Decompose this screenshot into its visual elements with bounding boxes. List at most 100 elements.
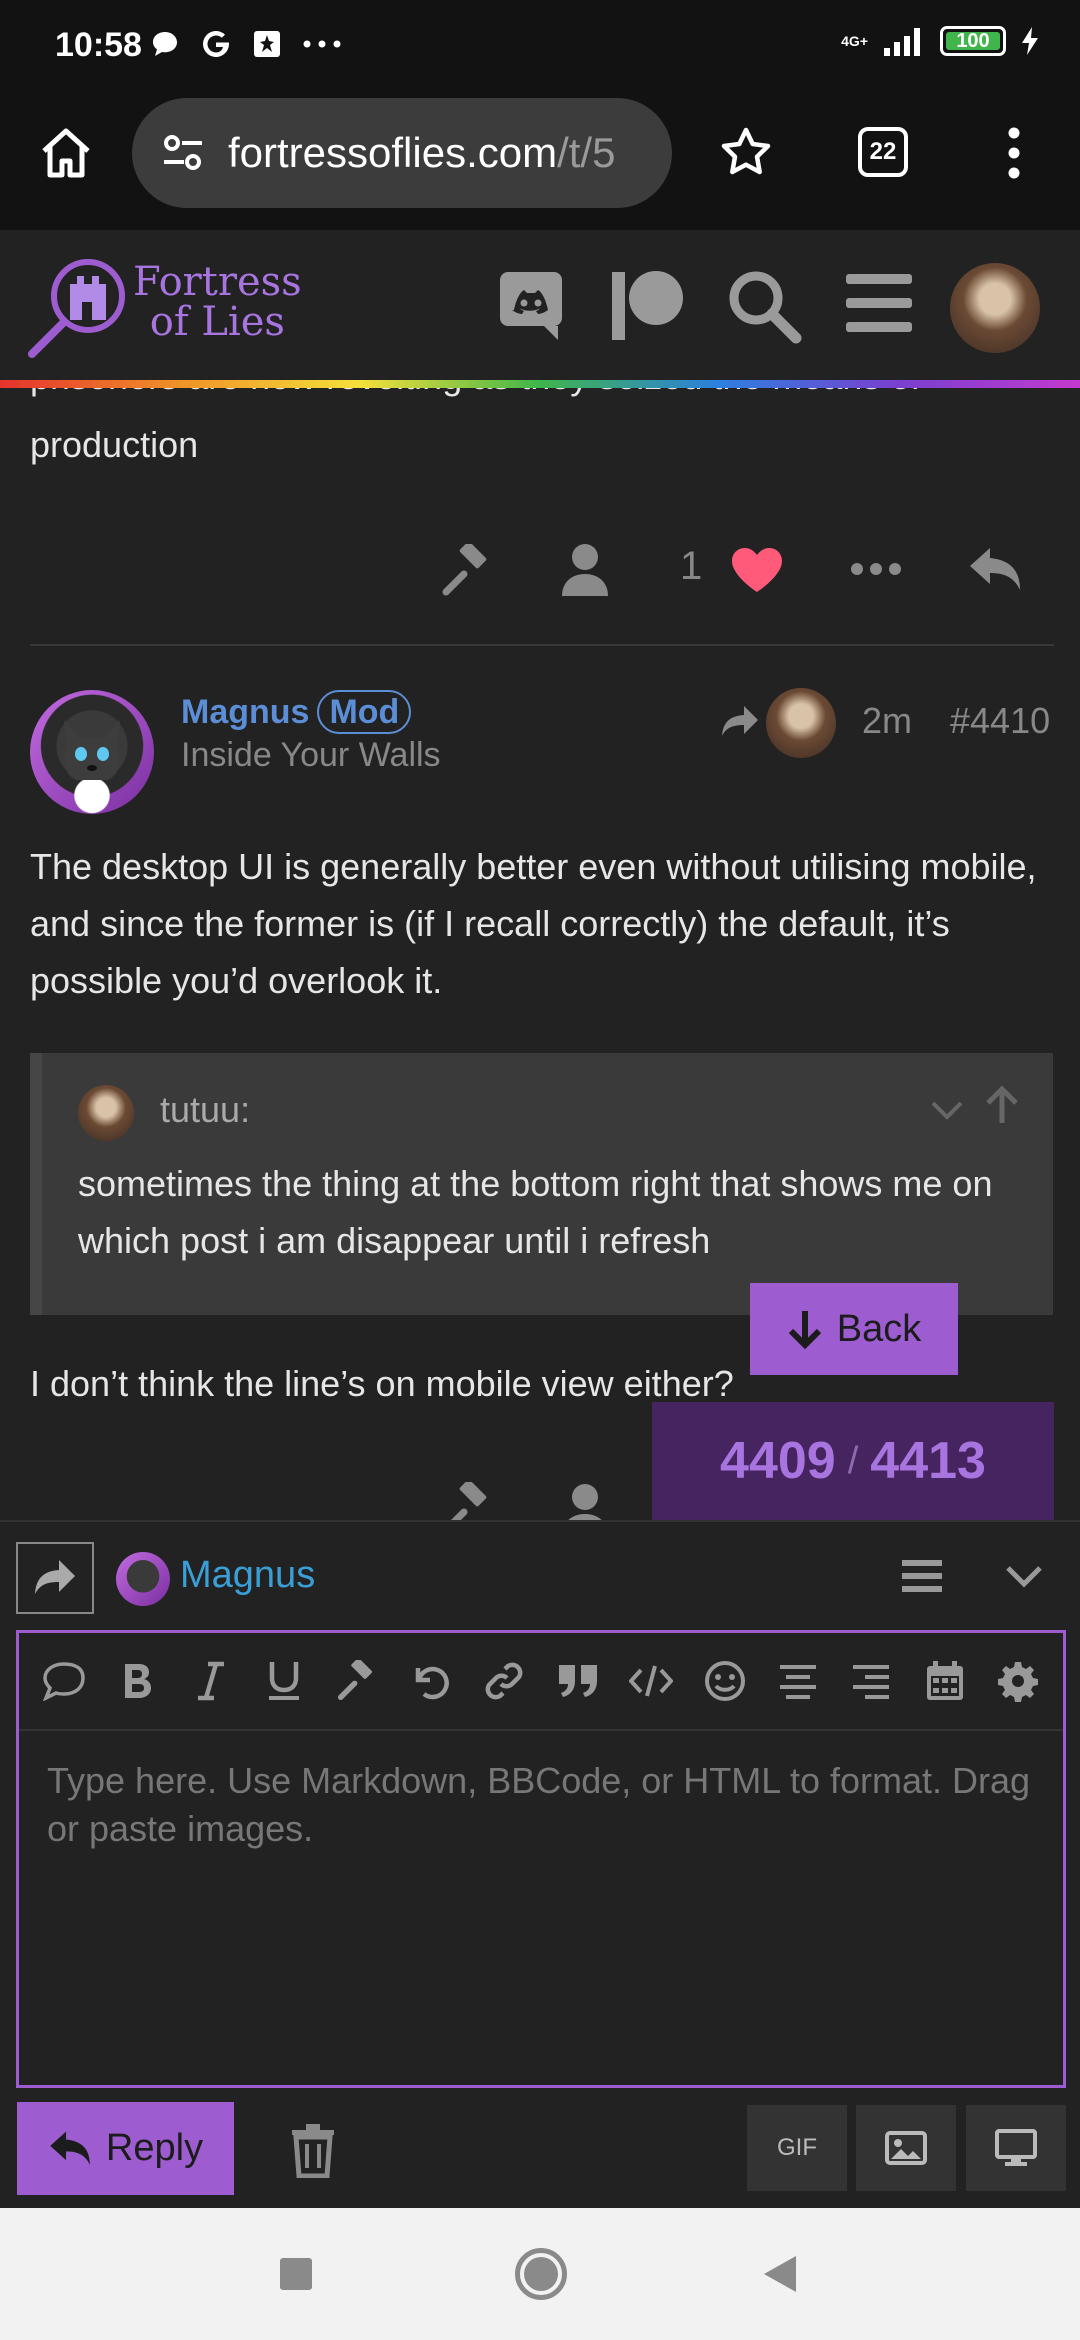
smiley-icon [704, 1661, 745, 1701]
chevron-down-icon[interactable] [927, 1091, 967, 1131]
wolf-face-icon [64, 720, 120, 780]
charging-icon [1022, 27, 1038, 55]
tab-switcher-button[interactable]: 22 [858, 127, 908, 177]
align-center-icon [779, 1665, 816, 1699]
post-body: The desktop UI is generally better even … [30, 846, 1037, 1001]
moderation-button[interactable] [333, 1657, 381, 1705]
fortress-logo-icon[interactable] [26, 250, 136, 360]
logo-line-1: Fortress [133, 259, 302, 305]
settings-button[interactable] [994, 1657, 1042, 1705]
battery-level: 100 [956, 29, 990, 52]
reply-button[interactable]: Reply [17, 2102, 234, 2195]
reply-to-username[interactable]: Magnus [180, 1554, 315, 1597]
undo-button[interactable] [407, 1657, 455, 1705]
toggle-preview-button[interactable] [966, 2105, 1066, 2191]
hamburger-menu-icon[interactable] [846, 272, 912, 334]
reply-action-button[interactable] [16, 1542, 94, 1614]
signal-icon [884, 28, 920, 56]
reply-icon[interactable] [968, 546, 1022, 594]
mod-badge: Mod [317, 690, 412, 734]
system-icons: 4G+ 100 [841, 26, 1040, 56]
previous-post-text: production [30, 424, 199, 465]
gif-button[interactable]: GIF [747, 2105, 847, 2191]
align-center-button[interactable] [774, 1657, 822, 1705]
speech-bubble-icon [42, 1662, 85, 1701]
bold-icon [125, 1664, 152, 1698]
like-count: 1 [680, 544, 703, 588]
back-nav-icon[interactable] [762, 2254, 798, 2294]
link-button[interactable] [480, 1657, 528, 1705]
back-button[interactable]: Back [750, 1283, 958, 1375]
site-settings-icon[interactable] [160, 130, 206, 176]
more-actions-icon[interactable] [850, 562, 902, 576]
site-logo-text[interactable]: Fortress of Lies [133, 262, 302, 342]
post-divider [30, 644, 1054, 646]
post-number[interactable]: #4410 [950, 700, 1050, 742]
more-notifications-icon [303, 40, 341, 48]
trash-icon[interactable] [288, 2122, 338, 2178]
reply-textarea[interactable] [19, 1731, 1063, 2085]
post-progress-indicator[interactable]: 4409 / 4413 [652, 1402, 1054, 1520]
image-icon [885, 2131, 927, 2165]
blockquote-button[interactable] [554, 1657, 602, 1705]
underline-icon [268, 1662, 299, 1700]
heart-liked-icon[interactable] [730, 546, 784, 594]
url-host: fortressoflies.com [228, 129, 558, 176]
previous-post-text-cut: prisoners are now revolting as they seiz… [30, 388, 1060, 405]
home-icon[interactable] [38, 125, 94, 181]
chat-bubble-icon [153, 32, 177, 56]
underline-button[interactable] [260, 1657, 308, 1705]
progress-total: 4413 [870, 1432, 986, 1490]
editor-toolbar [19, 1633, 1063, 1731]
bookmark-star-icon[interactable] [718, 125, 774, 181]
partial-post-actions [430, 1482, 640, 1520]
previous-post-cut-line: prisoners are now revolting as they seiz… [30, 388, 1060, 408]
browser-menu-icon[interactable] [1000, 125, 1028, 181]
logo-line-2: of Lies [149, 299, 285, 345]
arrow-up-icon[interactable] [982, 1083, 1022, 1127]
emoji-button[interactable] [701, 1657, 749, 1705]
date-button[interactable] [921, 1657, 969, 1705]
gavel-icon[interactable] [440, 544, 494, 598]
align-right-icon [853, 1665, 890, 1699]
battery-indicator: 100 [940, 26, 1006, 56]
user-icon[interactable] [560, 542, 610, 596]
quote-block: tutuu: sometimes the thing at the bottom… [30, 1053, 1053, 1315]
search-icon[interactable] [726, 268, 802, 344]
user-avatar[interactable] [950, 263, 1040, 353]
post-time[interactable]: 2m [862, 700, 912, 742]
home-button[interactable] [515, 2248, 567, 2300]
discord-icon[interactable] [498, 270, 564, 342]
rainbow-divider [0, 380, 1080, 388]
user-icon[interactable] [560, 1482, 610, 1520]
gavel-icon [338, 1660, 373, 1701]
magnus-avatar[interactable] [30, 690, 154, 814]
arrow-down-icon [788, 1311, 821, 1349]
user-title: Inside Your Walls [181, 736, 441, 774]
code-icon [629, 1665, 674, 1697]
recent-apps-button[interactable] [280, 2258, 312, 2290]
url-bar[interactable]: fortressoflies.com/t/5 [132, 98, 672, 208]
reply-to-arrow-icon [722, 706, 758, 736]
bold-button[interactable] [113, 1657, 161, 1705]
reply-to-avatar[interactable] [766, 688, 836, 758]
quote-post-button[interactable] [40, 1657, 88, 1705]
post-username[interactable]: Magnus [181, 690, 309, 734]
upload-image-button[interactable] [856, 2105, 956, 2191]
italic-button[interactable] [187, 1657, 235, 1705]
link-icon [485, 1662, 523, 1700]
gavel-icon[interactable] [440, 1482, 494, 1520]
reply-share-icon [35, 1560, 75, 1594]
composer-options-icon[interactable] [902, 1558, 942, 1594]
code-button[interactable] [627, 1657, 675, 1705]
quote-author: tutuu: [160, 1089, 251, 1130]
post-followup-text: I don’t think the line’s on mobile view … [30, 1363, 734, 1404]
notification-icons [150, 28, 342, 60]
align-right-button[interactable] [847, 1657, 895, 1705]
google-icon [203, 30, 229, 57]
patreon-icon[interactable] [610, 268, 686, 344]
reply-label: Reply [105, 2127, 204, 2169]
undo-icon [415, 1666, 449, 1700]
status-time: 10:58 [55, 26, 142, 64]
collapse-composer-icon[interactable] [1004, 1562, 1044, 1590]
